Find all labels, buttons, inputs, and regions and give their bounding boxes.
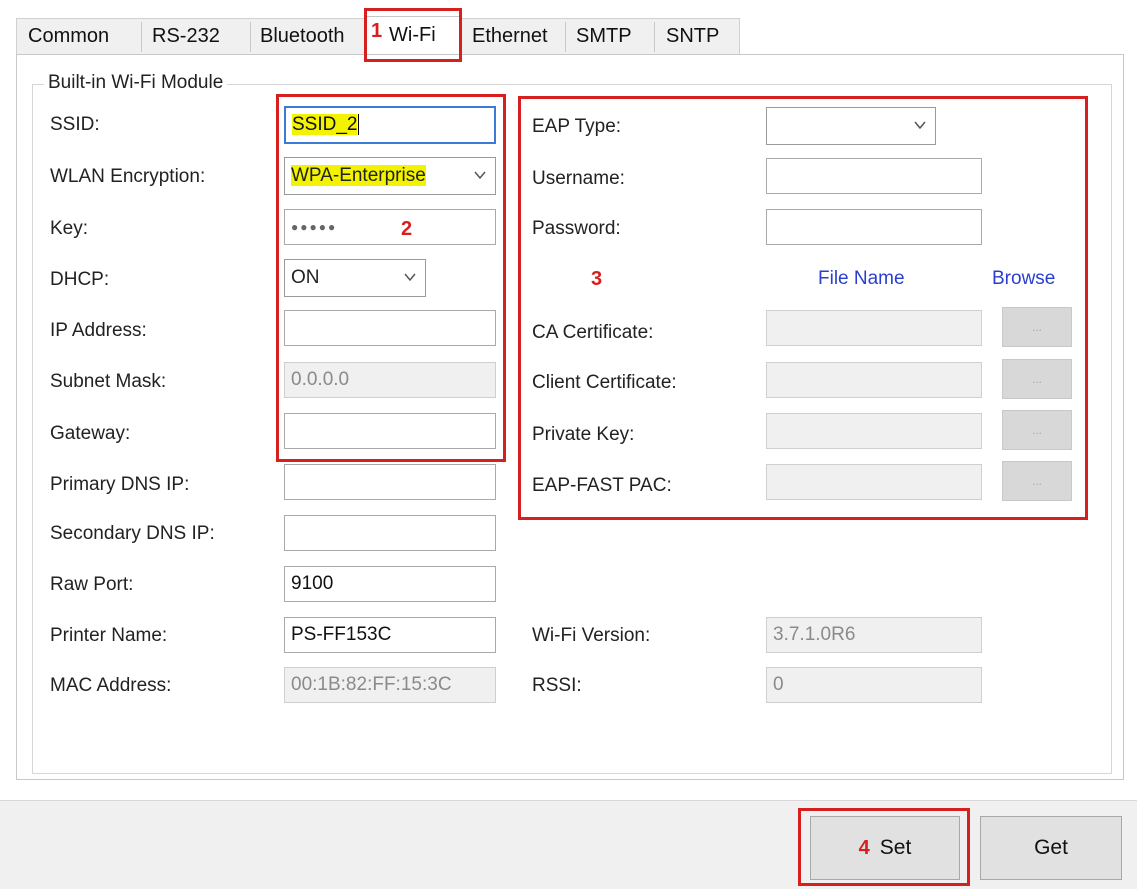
get-button[interactable]: Get: [980, 816, 1122, 880]
annotation-box-2: [276, 94, 506, 462]
rssi-input: 0: [766, 667, 982, 703]
annotation-number-3: 3: [591, 268, 603, 290]
ssid-label: SSID:: [50, 114, 100, 135]
printer-name-input[interactable]: PS-FF153C: [284, 617, 496, 653]
encryption-label: WLAN Encryption:: [50, 166, 206, 187]
tab-separator: [250, 22, 251, 52]
secondary-dns-label: Secondary DNS IP:: [50, 523, 215, 544]
rssi-label: RSSI:: [532, 675, 582, 696]
subnet-mask-label: Subnet Mask:: [50, 371, 167, 392]
key-label: Key:: [50, 218, 89, 239]
mac-address-label: MAC Address:: [50, 675, 172, 696]
tab-separator: [141, 22, 142, 52]
mac-address-input: 00:1B:82:FF:15:3C: [284, 667, 496, 703]
annotation-number-1: 1: [371, 20, 383, 42]
primary-dns-label: Primary DNS IP:: [50, 474, 190, 495]
tab-rs232[interactable]: RS-232: [146, 18, 226, 56]
tab-bluetooth[interactable]: Bluetooth: [254, 18, 351, 56]
printer-name-label: Printer Name:: [50, 625, 168, 646]
annotation-box-4: [798, 808, 970, 886]
dhcp-label: DHCP:: [50, 269, 110, 290]
primary-dns-input[interactable]: [284, 464, 496, 500]
annotation-number-2: 2: [401, 218, 413, 240]
group-title: Built-in Wi-Fi Module: [44, 72, 228, 94]
raw-port-label: Raw Port:: [50, 574, 134, 595]
ip-address-label: IP Address:: [50, 320, 147, 341]
tab-separator: [654, 22, 655, 52]
tab-separator: [565, 22, 566, 52]
wifi-version-input: 3.7.1.0R6: [766, 617, 982, 653]
tab-ethernet[interactable]: Ethernet: [466, 18, 554, 56]
tab-smtp[interactable]: SMTP: [570, 18, 638, 56]
annotation-box-3: [518, 96, 1088, 520]
raw-port-input[interactable]: 9100: [284, 566, 496, 602]
secondary-dns-input[interactable]: [284, 515, 496, 551]
wifi-version-label: Wi-Fi Version:: [532, 625, 651, 646]
gateway-label: Gateway:: [50, 423, 131, 444]
tab-common[interactable]: Common: [22, 18, 115, 56]
tab-sntp[interactable]: SNTP: [660, 18, 725, 56]
